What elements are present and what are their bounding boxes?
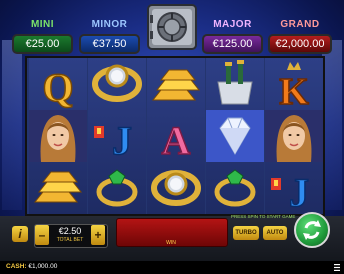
svg-text:Q: Q [42,65,73,110]
emerald-ring-symbol [96,169,138,207]
lady-symbol [265,110,323,162]
jackpot-minor: MINOR €37.50 [79,19,140,54]
cash-value: €1,000.00 [28,263,58,270]
reel-grid: Q J A K J [25,56,325,216]
svg-text:K: K [279,71,309,110]
bet-decrease-button[interactable]: – [35,225,49,245]
gold-bars-symbol [33,171,83,203]
spin-button[interactable] [294,212,330,248]
watch-symbol [92,64,142,102]
jackpot-mini: MINI €25.00 [12,19,73,54]
jackpot-minor-label: MINOR [91,19,128,30]
win-label: WIN [166,240,176,246]
diamond-symbol [206,110,264,162]
reel-2: J [88,58,146,214]
jackpot-major-label: MAJOR [213,19,252,30]
stage-light-right [322,40,342,210]
jackpot-mini-label: MINI [30,19,55,30]
press-spin-hint: PRESS SPIN TO START GAME [231,214,296,219]
cash-label: CASH: [6,263,27,270]
reel-4 [206,58,264,214]
king-symbol: K [278,62,310,110]
turbo-button[interactable]: TURBO [233,226,259,240]
vault-door-icon [147,4,197,50]
jack-symbol: J [271,169,310,214]
total-bet-value: €2.50 [58,226,82,236]
reel-3: A [147,58,205,214]
ace-symbol: A [161,117,192,162]
svg-text:A: A [162,118,191,162]
svg-text:J: J [289,170,309,214]
info-button[interactable]: i [12,226,28,242]
jackpot-major-value: €125.00 [212,38,253,50]
autoplay-button[interactable]: AUTO [263,226,287,240]
reel-1: Q [29,58,87,214]
watch-symbol [151,170,201,206]
gold-bars-symbol [151,69,201,101]
emerald-ring-symbol [214,169,256,207]
bet-increase-button[interactable]: + [91,225,105,245]
jack-symbol: J [94,117,133,162]
jackpot-mini-value: €25.00 [25,38,60,50]
jackpot-major: MAJOR €125.00 [202,19,263,54]
jackpot-grand-value: €2,000.00 [275,38,325,50]
reel-5: K J [265,58,323,214]
menu-icon[interactable] [334,264,340,271]
spin-arrows-icon [303,220,321,240]
queen-symbol: Q [42,64,75,110]
champagne-symbol [217,60,253,105]
jackpot-grand-label: GRAND [280,19,320,30]
slot-game: MINI €25.00 MINOR €37.50 MAJOR €125.00 G… [0,0,344,274]
svg-text:J: J [112,118,132,162]
jackpot-minor-value: €37.50 [92,38,127,50]
cash-balance: CASH: €1,000.00 [6,263,57,270]
jackpot-grand: GRAND €2,000.00 [268,19,332,54]
total-bet-label: TOTAL BET [56,237,84,243]
lady-symbol [29,110,87,162]
stage-light-left [2,40,22,210]
